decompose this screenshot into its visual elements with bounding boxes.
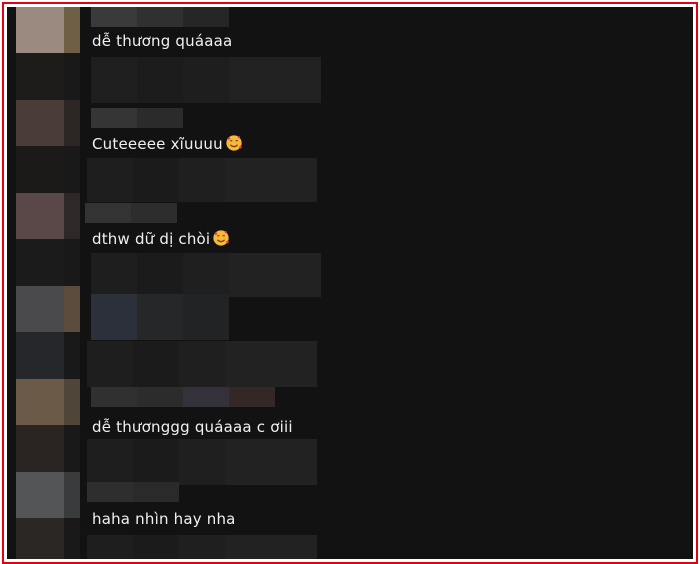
comment-text: haha nhìn hay nha xyxy=(92,510,236,528)
avatar[interactable] xyxy=(16,100,80,193)
comment-item: dễ thương quáaaa xyxy=(7,7,693,103)
comments-panel: dễ thương quáaaa Cuteeeee xĩuuuu dthw dữ… xyxy=(7,7,693,559)
comment-meta-blurred xyxy=(87,535,317,559)
comment-item: Cuteeeee xĩuuuu xyxy=(7,100,693,202)
comment-text: dthw dữ dị chòi xyxy=(92,229,230,249)
author-name-blurred[interactable] xyxy=(85,203,177,223)
comment-content-blurred xyxy=(91,294,229,340)
comment-text: Cuteeeee xĩuuuu xyxy=(92,134,243,154)
smiling-face-with-hearts-icon xyxy=(213,230,230,246)
author-name-blurred[interactable] xyxy=(91,108,183,128)
author-name-blurred[interactable] xyxy=(91,387,275,407)
comment-text: dễ thương quáaaa xyxy=(92,32,233,50)
author-name-blurred[interactable] xyxy=(91,7,229,27)
comment-item: haha nhìn hay nha xyxy=(7,472,693,559)
avatar[interactable] xyxy=(16,7,80,100)
screenshot-frame: dễ thương quáaaa Cuteeeee xĩuuuu dthw dữ… xyxy=(2,2,698,564)
smiling-face-with-hearts-icon xyxy=(226,135,243,151)
avatar[interactable] xyxy=(16,286,80,379)
comment-text: dễ thươnggg quáaaa c ơiii xyxy=(92,418,293,436)
avatar[interactable] xyxy=(16,472,80,559)
avatar[interactable] xyxy=(16,379,80,472)
comment-meta-blurred xyxy=(91,57,321,103)
author-name-blurred[interactable] xyxy=(87,482,179,502)
avatar[interactable] xyxy=(16,193,80,286)
comment-item xyxy=(7,286,693,387)
comment-item: dễ thươnggg quáaaa c ơiii xyxy=(7,379,693,485)
comment-item: dthw dữ dị chòi xyxy=(7,193,693,297)
